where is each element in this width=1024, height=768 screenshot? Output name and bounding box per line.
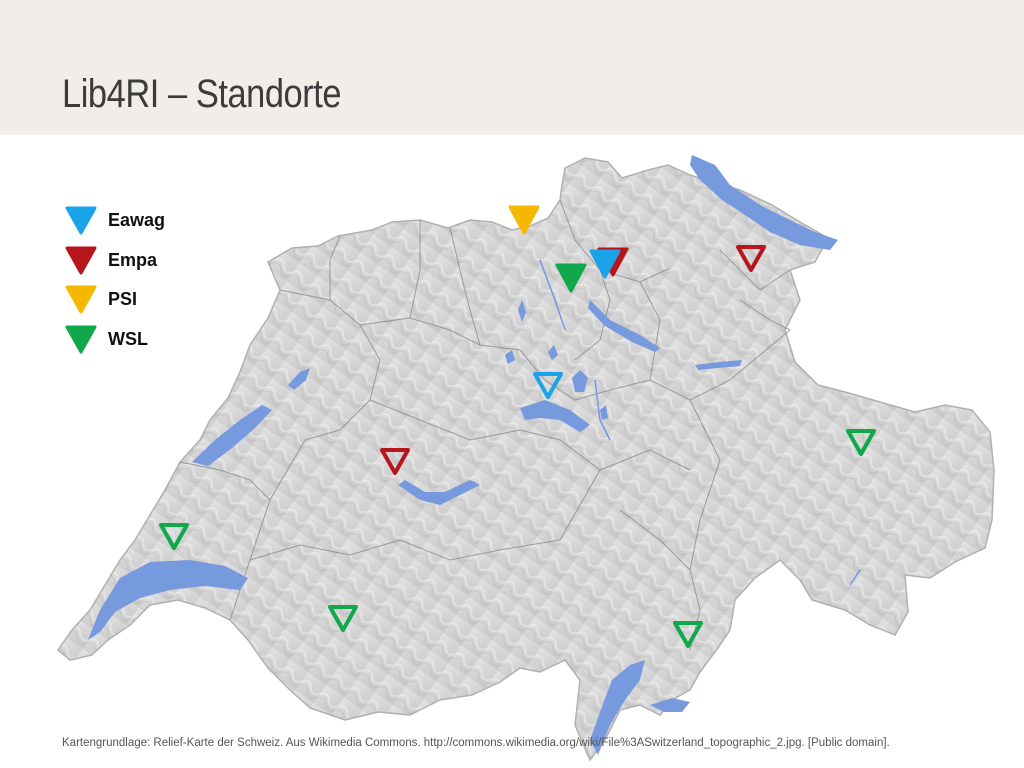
legend-label: PSI bbox=[108, 289, 138, 309]
legend-item-psi: PSI bbox=[64, 283, 204, 315]
wsl-marker-icon bbox=[65, 325, 97, 354]
legend-label: WSL bbox=[108, 329, 148, 349]
legend-label: Empa bbox=[108, 250, 158, 270]
legend-label: Eawag bbox=[108, 210, 166, 230]
legend-item-eawag: Eawag bbox=[64, 204, 204, 236]
legend-item-wsl: WSL bbox=[64, 323, 204, 355]
eawag-marker-icon bbox=[65, 206, 97, 235]
map-source-caption: Kartengrundlage: Relief-Karte der Schwei… bbox=[62, 737, 890, 749]
psi-marker-icon bbox=[65, 285, 97, 314]
empa-marker-icon bbox=[65, 246, 97, 275]
slide-title: Lib4RI – Standorte bbox=[62, 72, 342, 116]
legend-item-empa: Empa bbox=[64, 244, 204, 276]
slide-header: Lib4RI – Standorte bbox=[0, 0, 1024, 135]
